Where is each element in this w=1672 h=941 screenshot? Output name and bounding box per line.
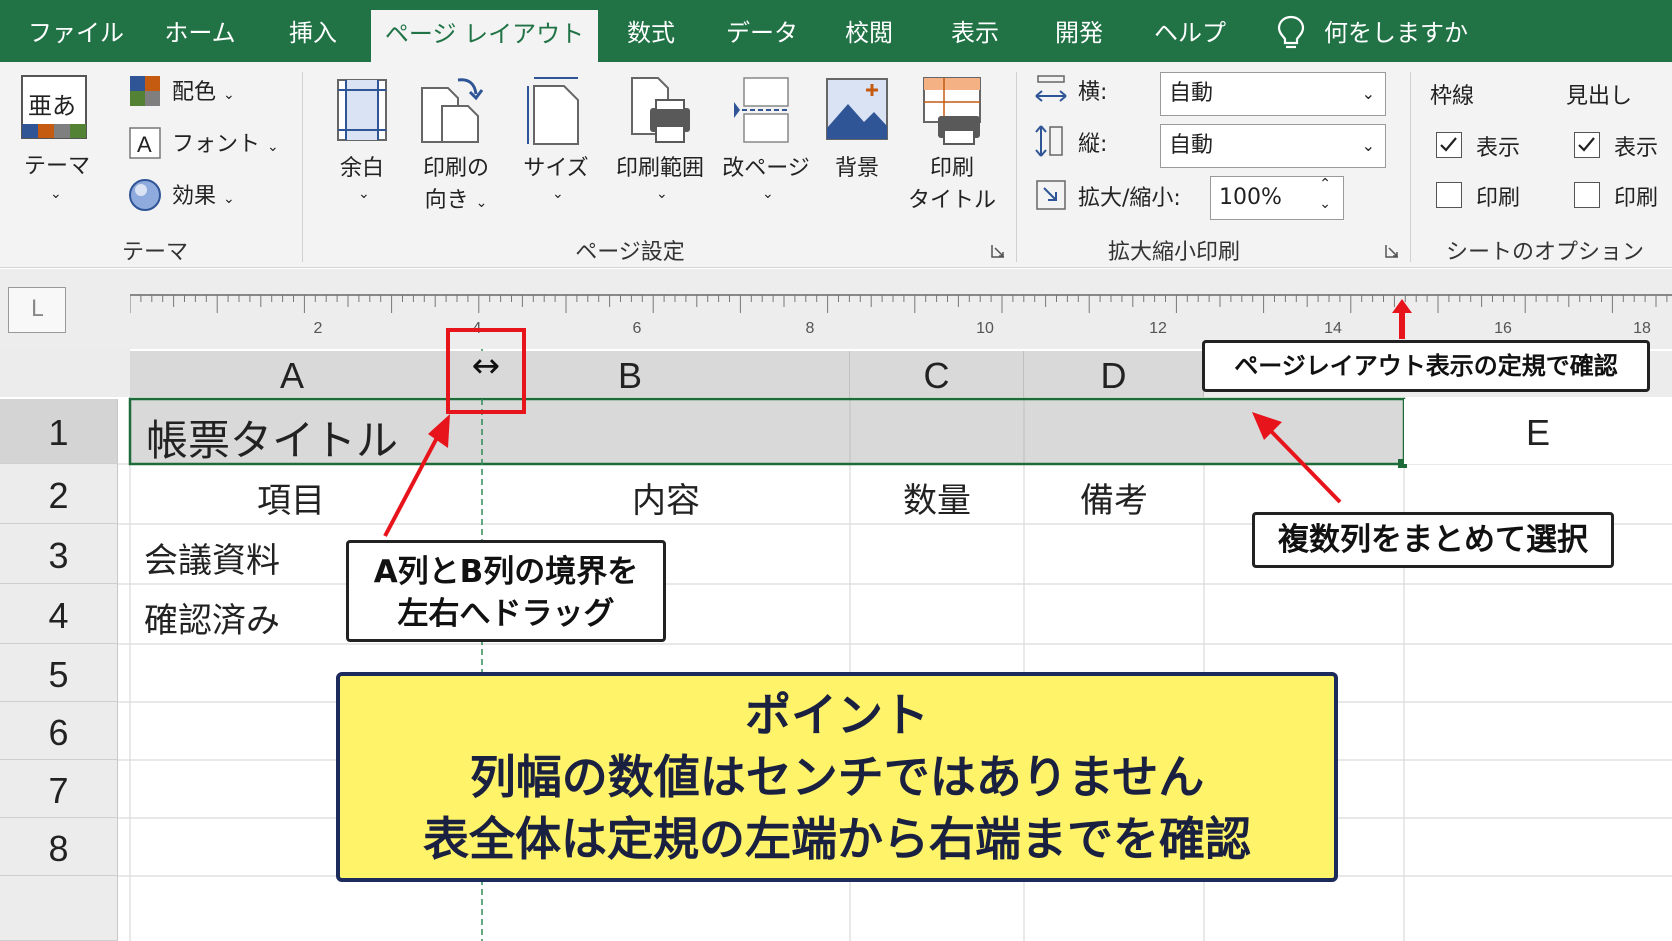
callout-drag-line-2: 左右へドラッグ	[397, 596, 615, 632]
arrow-head	[428, 414, 450, 448]
point-box: ポイント 列幅の数値はセンチではありません 表全体は定規の左端から右端までを確認	[336, 672, 1338, 882]
point-title: ポイント	[745, 688, 929, 742]
callout-ruler-note: ページレイアウト表示の定規で確認	[1202, 340, 1650, 392]
point-line-2: 表全体は定規の左端から右端までを確認	[423, 812, 1251, 866]
point-line-1: 列幅の数値はセンチではありません	[469, 750, 1205, 804]
callout-drag-border: A列とB列の境界を 左右へドラッグ	[346, 540, 666, 642]
callout-drag-line-1: A列とB列の境界を	[373, 554, 639, 590]
callout-multi-select: 複数列をまとめて選択	[1252, 512, 1614, 568]
